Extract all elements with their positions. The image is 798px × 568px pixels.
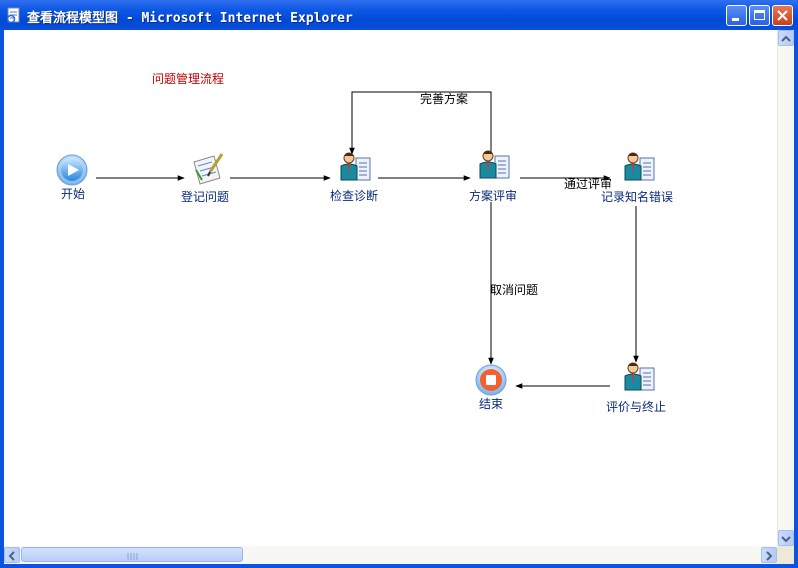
edge-label-pass: 通过评审 — [564, 177, 613, 191]
maximize-button[interactable] — [749, 5, 770, 26]
node-label-evaluate: 评价与终止 — [606, 400, 667, 414]
scroll-right-icon — [766, 551, 773, 561]
node-label-start: 开始 — [61, 187, 86, 201]
edge-label-cancel: 取消问题 — [490, 283, 539, 297]
window-title: 查看流程模型图 - Microsoft Internet Explorer — [27, 11, 353, 26]
vertical-scrollbar[interactable] — [777, 30, 794, 546]
evaluate-person-icon[interactable] — [624, 362, 655, 391]
process-diagram — [56, 91, 655, 396]
close-button[interactable] — [772, 5, 793, 26]
start-node-icon[interactable] — [56, 154, 88, 186]
horizontal-scroll-thumb[interactable] — [21, 547, 243, 562]
page-content: 问题管理流程 开始 登记问题 检查诊断 方案评审 记录知名错误 评价与终止 结束… — [4, 30, 794, 564]
edge-label-improve: 完善方案 — [420, 92, 469, 106]
scrollbar-corner — [777, 546, 794, 564]
close-icon — [777, 10, 788, 21]
scroll-left-button[interactable] — [4, 547, 20, 563]
maximize-icon — [754, 10, 765, 20]
scroll-up-button[interactable] — [778, 30, 794, 46]
register-document-icon[interactable] — [193, 153, 224, 185]
scroll-left-icon — [8, 551, 15, 561]
node-label-end: 结束 — [479, 397, 504, 411]
horizontal-scrollbar[interactable] — [4, 546, 777, 564]
minimize-icon — [732, 18, 739, 21]
diagram-title: 问题管理流程 — [152, 72, 225, 86]
scroll-down-icon — [781, 536, 791, 543]
ie-window: 查看流程模型图 - Microsoft Internet Explorer 问题… — [0, 0, 798, 568]
minimize-button[interactable] — [726, 5, 747, 26]
node-label-diagnose: 检查诊断 — [330, 189, 379, 203]
diagnose-person-icon[interactable] — [340, 152, 371, 181]
scroll-up-icon — [781, 35, 791, 42]
ie-page-icon — [6, 7, 20, 23]
end-node-icon[interactable] — [475, 364, 507, 396]
node-label-register: 登记问题 — [181, 190, 230, 204]
review-person-icon[interactable] — [479, 150, 510, 179]
record-person-icon[interactable] — [624, 152, 655, 181]
scroll-down-button[interactable] — [778, 530, 794, 546]
grip-icon — [127, 553, 138, 560]
title-bar[interactable]: 查看流程模型图 - Microsoft Internet Explorer — [0, 0, 798, 30]
scroll-right-button[interactable] — [761, 547, 777, 563]
node-label-review: 方案评审 — [469, 189, 518, 203]
